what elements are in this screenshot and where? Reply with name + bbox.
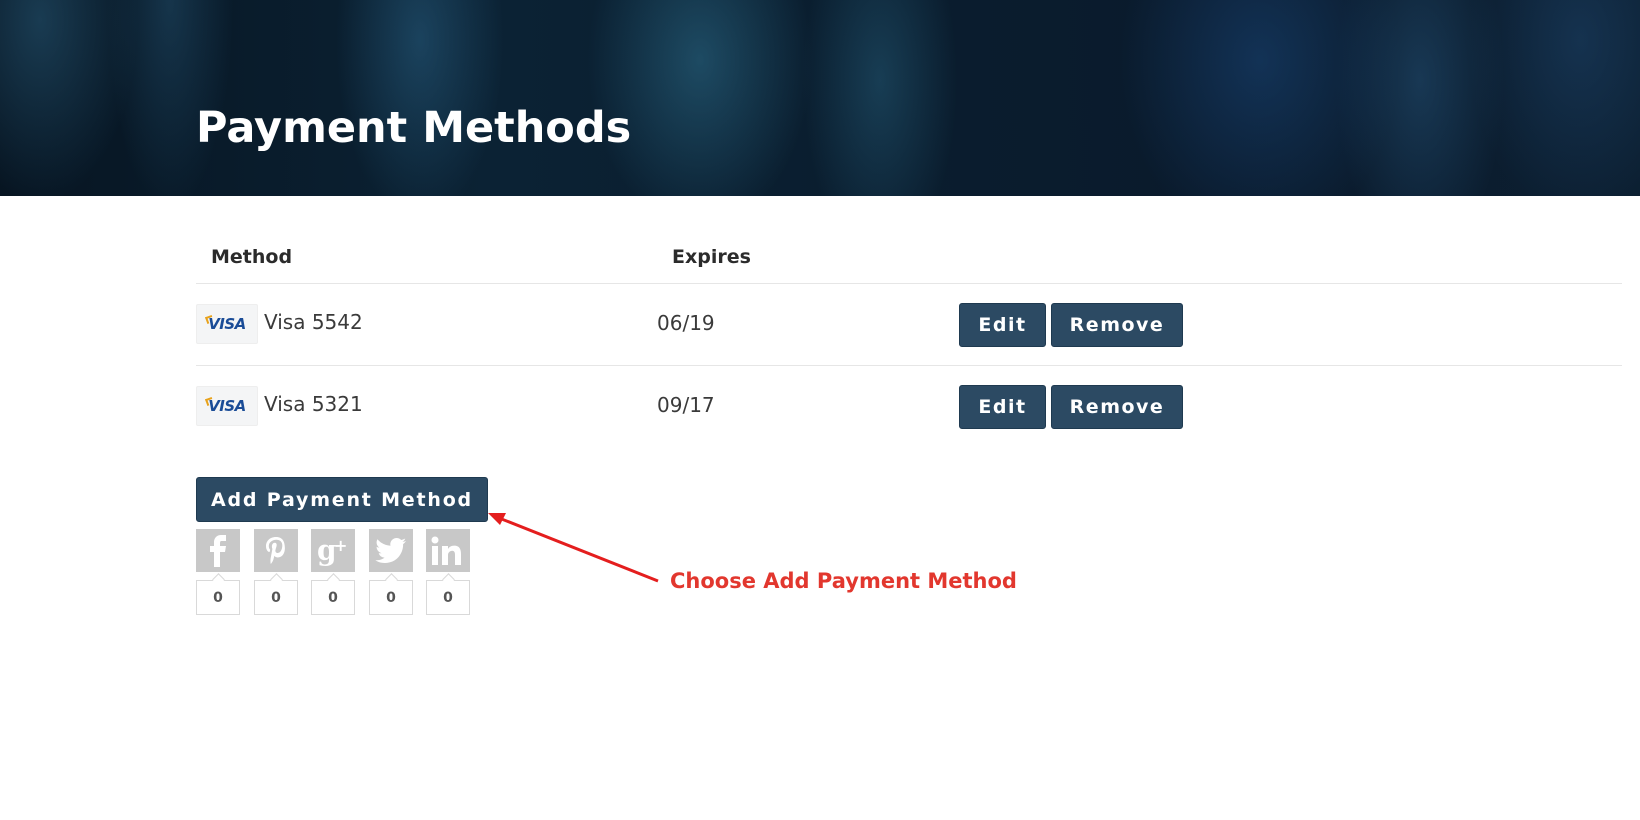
social-share-pinterest[interactable]: 0: [254, 529, 298, 615]
table-row: VISA Visa 5542 06/19 Edit Remove: [196, 284, 1622, 366]
social-share-linkedin[interactable]: 0: [426, 529, 470, 615]
expiry-date: 06/19: [657, 311, 715, 335]
twitter-icon[interactable]: [369, 529, 413, 572]
social-share-facebook[interactable]: 0: [196, 529, 240, 615]
visa-card-icon: VISA: [196, 386, 258, 426]
annotation-label: Choose Add Payment Method: [670, 569, 1017, 593]
expiry-date: 09/17: [657, 393, 715, 417]
card-brand-label: VISA: [208, 315, 246, 333]
share-count: 0: [369, 580, 413, 615]
payment-method-name: Visa 5542: [264, 310, 363, 334]
google-plus-icon[interactable]: g +: [311, 529, 355, 572]
share-count: 0: [426, 580, 470, 615]
payment-method-name: Visa 5321: [264, 392, 363, 416]
table-header: Method Expires: [196, 234, 1622, 284]
payment-methods-table: Method Expires VISA Visa 5542 06/19 Edit…: [196, 234, 1622, 448]
card-brand-label: VISA: [208, 397, 246, 415]
pinterest-icon[interactable]: [254, 529, 298, 572]
share-count: 0: [254, 580, 298, 615]
social-share-google-plus[interactable]: g + 0: [311, 529, 355, 615]
visa-card-icon: VISA: [196, 304, 258, 344]
add-payment-method-button[interactable]: Add Payment Method: [196, 477, 488, 522]
facebook-icon[interactable]: [196, 529, 240, 572]
edit-button[interactable]: Edit: [959, 385, 1046, 429]
page-title: Payment Methods: [196, 103, 632, 153]
annotation-arrow: [488, 513, 659, 583]
share-count: 0: [311, 580, 355, 615]
social-share-twitter[interactable]: 0: [369, 529, 413, 615]
linkedin-icon[interactable]: [426, 529, 470, 572]
edit-button[interactable]: Edit: [959, 303, 1046, 347]
remove-button[interactable]: Remove: [1051, 385, 1183, 429]
share-count: 0: [196, 580, 240, 615]
column-header-method: Method: [211, 246, 293, 268]
column-header-expires: Expires: [672, 246, 751, 268]
remove-button[interactable]: Remove: [1051, 303, 1183, 347]
table-row: VISA Visa 5321 09/17 Edit Remove: [196, 366, 1622, 448]
page-header-banner: Payment Methods: [0, 0, 1640, 196]
svg-text:+: +: [334, 536, 347, 555]
